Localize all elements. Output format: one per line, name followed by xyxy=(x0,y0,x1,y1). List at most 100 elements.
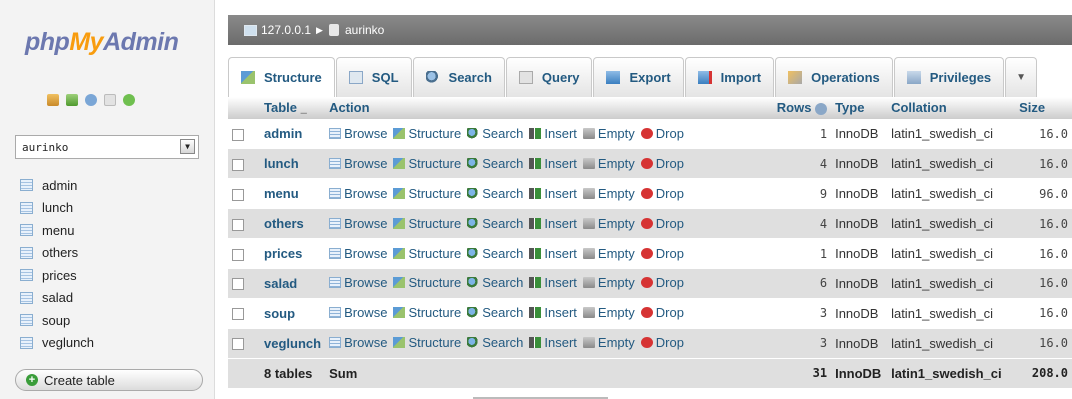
search-action[interactable]: Search xyxy=(467,216,523,231)
structure-action[interactable]: Structure xyxy=(393,275,461,290)
search-action[interactable]: Search xyxy=(467,156,523,171)
table-name-link[interactable]: veglunch xyxy=(260,327,326,359)
sidebar-item-soup[interactable]: soup xyxy=(20,309,94,332)
tab-privileges[interactable]: Privileges xyxy=(893,57,1005,97)
search-action[interactable]: Search xyxy=(467,275,523,290)
sidebar-item-label[interactable]: prices xyxy=(42,268,77,283)
empty-action[interactable]: Empty xyxy=(582,335,635,350)
browse-action[interactable]: Browse xyxy=(329,186,387,201)
structure-action[interactable]: Structure xyxy=(393,126,461,141)
drop-action[interactable]: Drop xyxy=(640,275,684,290)
browse-action[interactable]: Browse xyxy=(329,305,387,320)
sidebar-item-others[interactable]: others xyxy=(20,242,94,265)
docs-icon[interactable] xyxy=(104,94,116,106)
drop-action[interactable]: Drop xyxy=(640,246,684,261)
browse-action[interactable]: Browse xyxy=(329,246,387,261)
tab-import[interactable]: Import xyxy=(684,57,775,97)
structure-action[interactable]: Structure xyxy=(393,246,461,261)
insert-action[interactable]: Insert xyxy=(529,216,577,231)
table-name-link[interactable]: menu xyxy=(260,178,326,209)
database-select[interactable]: aurinko ▼ xyxy=(15,135,199,159)
empty-action[interactable]: Empty xyxy=(582,305,635,320)
logout-icon[interactable] xyxy=(66,94,78,106)
header-table[interactable]: Table ▁ xyxy=(260,97,326,119)
insert-action[interactable]: Insert xyxy=(529,305,577,320)
structure-action[interactable]: Structure xyxy=(393,335,461,350)
drop-action[interactable]: Drop xyxy=(640,156,684,171)
table-icon[interactable] xyxy=(20,246,33,259)
browse-action[interactable]: Browse xyxy=(329,216,387,231)
table-icon[interactable] xyxy=(20,224,33,237)
sidebar-item-label[interactable]: others xyxy=(42,245,78,260)
sidebar-item-label[interactable]: veglunch xyxy=(42,335,94,350)
row-checkbox[interactable] xyxy=(232,129,244,141)
tab-structure[interactable]: Structure xyxy=(228,57,335,97)
phpmyadmin-logo[interactable]: phpMyAdmin xyxy=(25,28,179,57)
insert-action[interactable]: Insert xyxy=(529,275,577,290)
tabs-more-button[interactable]: ▼ xyxy=(1005,57,1038,97)
insert-action[interactable]: Insert xyxy=(529,246,577,261)
insert-action[interactable]: Insert xyxy=(529,335,577,350)
table-name-link[interactable]: soup xyxy=(260,297,326,329)
table-name-link[interactable]: prices xyxy=(260,238,326,269)
table-name-link[interactable]: lunch xyxy=(260,148,326,179)
create-table-button[interactable]: + Create table xyxy=(15,369,203,391)
empty-action[interactable]: Empty xyxy=(582,156,635,171)
structure-action[interactable]: Structure xyxy=(393,305,461,320)
header-size[interactable]: Size xyxy=(1015,97,1072,119)
search-action[interactable]: Search xyxy=(467,335,523,350)
home-icon[interactable] xyxy=(47,94,59,106)
row-checkbox[interactable] xyxy=(232,248,244,261)
header-rows[interactable]: Rows xyxy=(755,97,832,119)
help-icon[interactable] xyxy=(815,102,828,115)
insert-action[interactable]: Insert xyxy=(529,126,577,141)
empty-action[interactable]: Empty xyxy=(582,246,635,261)
sidebar-item-admin[interactable]: admin xyxy=(20,174,94,197)
browse-action[interactable]: Browse xyxy=(329,126,387,141)
sidebar-item-menu[interactable]: menu xyxy=(20,219,94,242)
browse-action[interactable]: Browse xyxy=(329,275,387,290)
empty-action[interactable]: Empty xyxy=(582,126,635,141)
table-name-link[interactable]: salad xyxy=(260,267,326,299)
empty-action[interactable]: Empty xyxy=(582,186,635,201)
insert-action[interactable]: Insert xyxy=(529,186,577,201)
sidebar-item-veglunch[interactable]: veglunch xyxy=(20,332,94,355)
sidebar-item-salad[interactable]: salad xyxy=(20,287,94,310)
tab-sql[interactable]: SQL xyxy=(335,57,412,97)
help-icon[interactable] xyxy=(85,94,97,106)
sidebar-item-prices[interactable]: prices xyxy=(20,264,94,287)
row-checkbox[interactable] xyxy=(232,278,244,291)
sidebar-item-label[interactable]: menu xyxy=(42,223,75,238)
header-collation[interactable]: Collation xyxy=(887,97,1016,119)
chevron-down-icon[interactable]: ▼ xyxy=(180,139,195,154)
structure-action[interactable]: Structure xyxy=(393,216,461,231)
structure-action[interactable]: Structure xyxy=(393,186,461,201)
insert-action[interactable]: Insert xyxy=(529,156,577,171)
search-action[interactable]: Search xyxy=(467,126,523,141)
table-icon[interactable] xyxy=(20,291,33,304)
row-checkbox[interactable] xyxy=(232,158,244,171)
search-action[interactable]: Search xyxy=(467,305,523,320)
drop-action[interactable]: Drop xyxy=(640,305,684,320)
table-name-link[interactable]: others xyxy=(260,208,326,239)
tab-search[interactable]: Search xyxy=(412,57,505,97)
sidebar-item-lunch[interactable]: lunch xyxy=(20,197,94,220)
table-icon[interactable] xyxy=(20,269,33,282)
table-name-link[interactable]: admin xyxy=(260,118,326,149)
drop-action[interactable]: Drop xyxy=(640,216,684,231)
sidebar-item-label[interactable]: salad xyxy=(42,290,73,305)
sidebar-item-label[interactable]: admin xyxy=(42,178,77,193)
table-icon[interactable] xyxy=(20,336,33,349)
search-action[interactable]: Search xyxy=(467,246,523,261)
empty-action[interactable]: Empty xyxy=(582,275,635,290)
sidebar-item-label[interactable]: lunch xyxy=(42,200,73,215)
tab-export[interactable]: Export xyxy=(593,57,684,97)
drop-action[interactable]: Drop xyxy=(640,335,684,350)
search-action[interactable]: Search xyxy=(467,186,523,201)
tab-operations[interactable]: Operations xyxy=(775,57,893,97)
row-checkbox[interactable] xyxy=(232,308,244,321)
sidebar-item-label[interactable]: soup xyxy=(42,313,70,328)
row-checkbox[interactable] xyxy=(232,338,244,351)
breadcrumb-database[interactable]: aurinko xyxy=(345,23,384,37)
structure-action[interactable]: Structure xyxy=(393,156,461,171)
